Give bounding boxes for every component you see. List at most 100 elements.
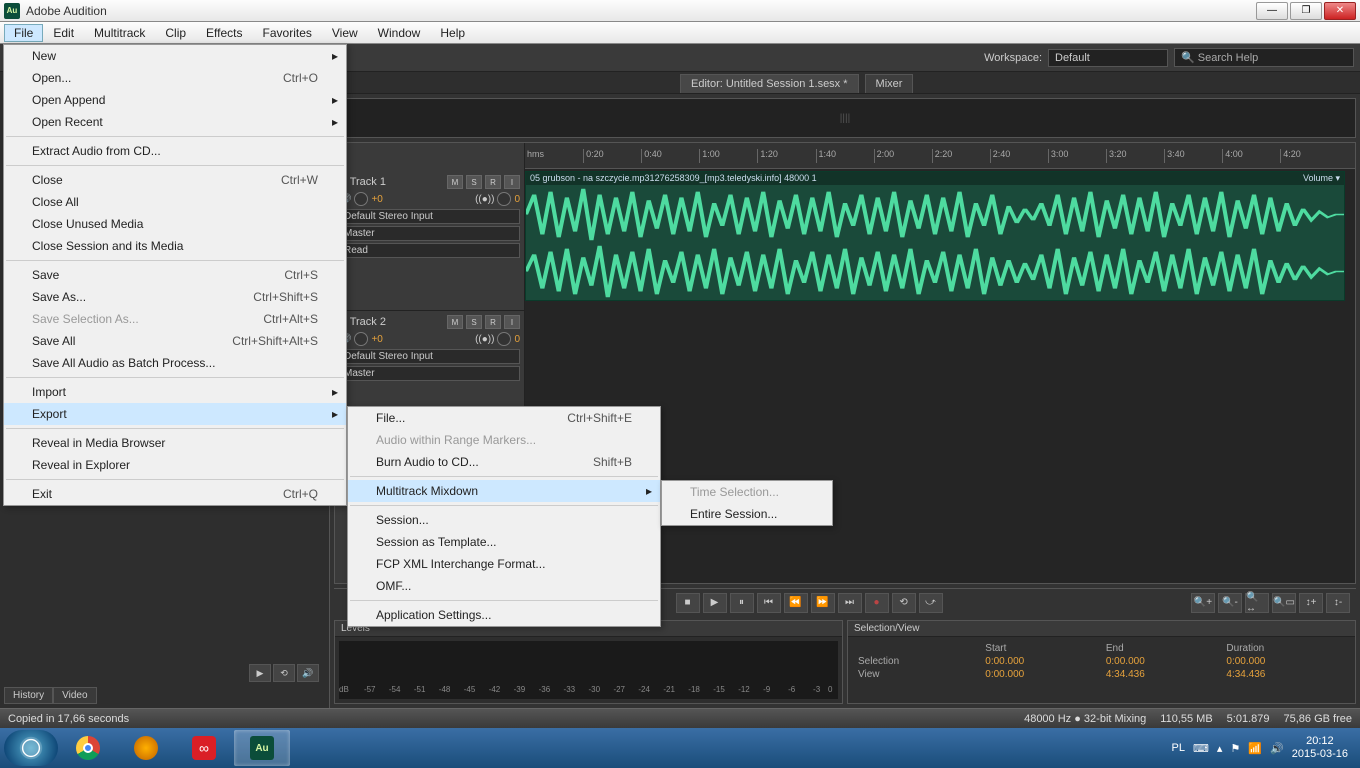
- menu-help[interactable]: Help: [430, 24, 475, 42]
- track-name[interactable]: Track 2: [350, 316, 444, 328]
- tab-history[interactable]: History: [4, 687, 53, 704]
- menu-item[interactable]: Import▸: [4, 381, 346, 403]
- selection-view-tab[interactable]: Selection/View: [848, 621, 1355, 637]
- menu-item[interactable]: FCP XML Interchange Format...: [348, 553, 660, 575]
- menu-multitrack[interactable]: Multitrack: [84, 24, 155, 42]
- menu-item[interactable]: New▸: [4, 45, 346, 67]
- go-start-button[interactable]: ⏮: [757, 593, 781, 613]
- pan-knob[interactable]: [497, 332, 511, 346]
- mute-button[interactable]: M: [447, 315, 463, 329]
- record-button[interactable]: R: [485, 175, 501, 189]
- go-end-button[interactable]: ⏭: [838, 593, 862, 613]
- taskbar-aimp[interactable]: [118, 730, 174, 766]
- mini-auto-button[interactable]: 🔊: [297, 664, 319, 682]
- menu-view[interactable]: View: [322, 24, 368, 42]
- skip-button[interactable]: ⤻: [919, 593, 943, 613]
- start-button[interactable]: [4, 730, 58, 766]
- menu-window[interactable]: Window: [368, 24, 431, 42]
- menu-item[interactable]: Close Session and its Media: [4, 235, 346, 257]
- track-automation-select[interactable]: Read: [339, 243, 520, 258]
- forward-button[interactable]: ⏩: [811, 593, 835, 613]
- maximize-button[interactable]: ❐: [1290, 2, 1322, 20]
- zoom-out-button[interactable]: 🔍-: [1218, 593, 1242, 613]
- record-button[interactable]: ●: [865, 593, 889, 613]
- monitor-button[interactable]: I: [504, 315, 520, 329]
- track-output-select[interactable]: Master: [339, 226, 520, 241]
- track-name[interactable]: Track 1: [350, 176, 444, 188]
- loop-button[interactable]: ⟲: [892, 593, 916, 613]
- close-button[interactable]: ✕: [1324, 2, 1356, 20]
- menu-file[interactable]: File: [4, 24, 43, 42]
- audio-clip[interactable]: 05 grubson - na szczycie.mp31276258309_[…: [525, 171, 1345, 301]
- record-button[interactable]: R: [485, 315, 501, 329]
- menu-item[interactable]: Close Unused Media: [4, 213, 346, 235]
- tray-flag-icon[interactable]: ⚑: [1230, 742, 1240, 755]
- menu-item[interactable]: Burn Audio to CD...Shift+B: [348, 451, 660, 473]
- menu-item[interactable]: Multitrack Mixdown▸: [348, 480, 660, 502]
- menu-item[interactable]: Extract Audio from CD...: [4, 140, 346, 162]
- view-end[interactable]: 4:34.436: [1106, 669, 1225, 680]
- menu-edit[interactable]: Edit: [43, 24, 84, 42]
- menu-item[interactable]: Reveal in Media Browser: [4, 432, 346, 454]
- mini-play-button[interactable]: ▶: [249, 664, 271, 682]
- time-ruler[interactable]: hms 0:20 0:40 1:00 1:20 1:40 2:00 2:20 2…: [525, 143, 1355, 169]
- menu-item[interactable]: Close All: [4, 191, 346, 213]
- menu-item[interactable]: OMF...: [348, 575, 660, 597]
- solo-button[interactable]: S: [466, 175, 482, 189]
- tab-editor[interactable]: Editor: Untitled Session 1.sesx *: [680, 74, 859, 93]
- tab-mixer[interactable]: Mixer: [865, 74, 914, 93]
- track-input-select[interactable]: Default Stereo Input: [339, 209, 520, 224]
- play-button[interactable]: ▶: [703, 593, 727, 613]
- pan-knob[interactable]: [497, 192, 511, 206]
- tray-clock[interactable]: 20:12 2015-03-16: [1292, 735, 1348, 761]
- search-input[interactable]: 🔍 Search Help: [1174, 48, 1354, 67]
- mini-loop-button[interactable]: ⟲: [273, 664, 295, 682]
- overview-strip[interactable]: ||||: [334, 98, 1356, 138]
- mute-button[interactable]: M: [447, 175, 463, 189]
- tray-lang[interactable]: PL: [1172, 742, 1185, 754]
- taskbar-chrome[interactable]: [60, 730, 116, 766]
- stop-button[interactable]: ■: [676, 593, 700, 613]
- solo-button[interactable]: S: [466, 315, 482, 329]
- menu-item[interactable]: Save AllCtrl+Shift+Alt+S: [4, 330, 346, 352]
- workspace-select[interactable]: Default: [1048, 49, 1168, 67]
- tray-keyboard-icon[interactable]: ⌨: [1193, 742, 1209, 755]
- rewind-button[interactable]: ⏪: [784, 593, 808, 613]
- volume-knob[interactable]: [354, 332, 368, 346]
- menu-item[interactable]: Reveal in Explorer: [4, 454, 346, 476]
- menu-item[interactable]: Application Settings...: [348, 604, 660, 626]
- view-dur[interactable]: 4:34.436: [1226, 669, 1345, 680]
- track-output-select[interactable]: Master: [339, 366, 520, 381]
- track-input-select[interactable]: Default Stereo Input: [339, 349, 520, 364]
- tray-arrow-icon[interactable]: ▴: [1217, 742, 1223, 755]
- menu-item[interactable]: CloseCtrl+W: [4, 169, 346, 191]
- tray-network-icon[interactable]: 📶: [1248, 742, 1262, 755]
- menu-item[interactable]: Entire Session...: [662, 503, 832, 525]
- menu-item[interactable]: ExitCtrl+Q: [4, 483, 346, 505]
- menu-item[interactable]: Export▸: [4, 403, 346, 425]
- menu-item[interactable]: File...Ctrl+Shift+E: [348, 407, 660, 429]
- menu-item[interactable]: Save As...Ctrl+Shift+S: [4, 286, 346, 308]
- menu-item[interactable]: Open Append▸: [4, 89, 346, 111]
- menu-item[interactable]: Open Recent▸: [4, 111, 346, 133]
- menu-item[interactable]: Session...: [348, 509, 660, 531]
- menu-item[interactable]: Session as Template...: [348, 531, 660, 553]
- view-start[interactable]: 0:00.000: [985, 669, 1104, 680]
- zoom-in-button[interactable]: 🔍+: [1191, 593, 1215, 613]
- zoom-sel-button[interactable]: 🔍▭: [1272, 593, 1296, 613]
- monitor-button[interactable]: I: [504, 175, 520, 189]
- menu-clip[interactable]: Clip: [155, 24, 196, 42]
- menu-item[interactable]: Open...Ctrl+O: [4, 67, 346, 89]
- sel-start[interactable]: 0:00.000: [985, 656, 1104, 667]
- pause-button[interactable]: ⏸: [730, 593, 754, 613]
- tray-volume-icon[interactable]: 🔊: [1270, 742, 1284, 755]
- taskbar-audition[interactable]: Au: [234, 730, 290, 766]
- volume-knob[interactable]: [354, 192, 368, 206]
- tab-video[interactable]: Video: [53, 687, 96, 704]
- menu-item[interactable]: Save All Audio as Batch Process...: [4, 352, 346, 374]
- zoom-out-v-button[interactable]: ↕-: [1326, 593, 1350, 613]
- zoom-full-button[interactable]: 🔍↔: [1245, 593, 1269, 613]
- menu-item[interactable]: SaveCtrl+S: [4, 264, 346, 286]
- clip-volume-label[interactable]: Volume ▾: [1303, 173, 1340, 184]
- sel-dur[interactable]: 0:00.000: [1226, 656, 1345, 667]
